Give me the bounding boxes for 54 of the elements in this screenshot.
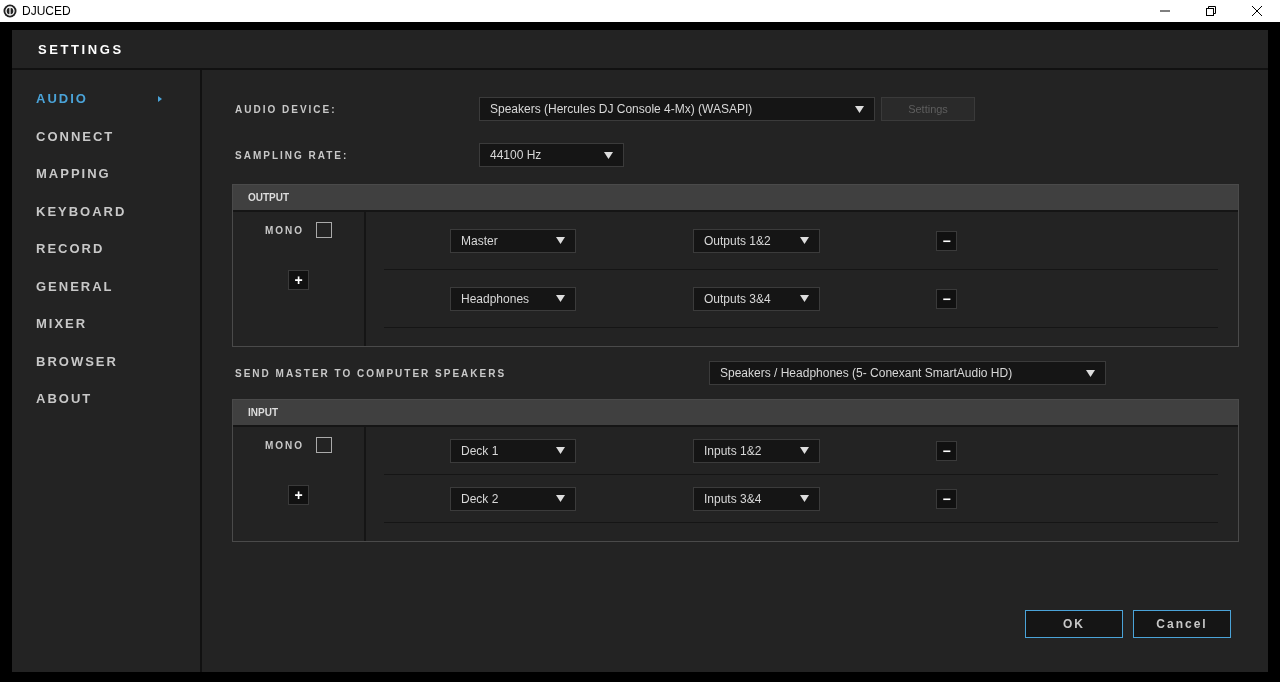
remove-button[interactable]: − — [936, 488, 957, 509]
remove-button[interactable]: − — [936, 440, 957, 461]
sidebar-item[interactable]: BROWSER — [12, 342, 200, 380]
mono-checkbox[interactable] — [316, 222, 333, 238]
field-label: SEND MASTER TO COMPUTER SPEAKERS — [234, 367, 508, 379]
sidebar-item[interactable]: AUDIO — [12, 80, 200, 118]
source-dropdown[interactable]: Deck 1 — [450, 438, 576, 463]
channel-dropdown[interactable]: Inputs 1&2 — [693, 438, 820, 463]
sidebar-item[interactable]: GENERAL — [12, 267, 200, 305]
remove-button[interactable]: − — [936, 230, 957, 251]
section-title: INPUT — [248, 407, 278, 418]
dropdown-arrow-icon — [800, 495, 809, 502]
mono-label: MONO — [264, 224, 305, 236]
dialog-button[interactable]: Cancel — [1133, 610, 1231, 638]
sidebar-item[interactable]: RECORD — [12, 230, 200, 268]
dropdown-arrow-icon — [855, 105, 864, 113]
dropdown-arrow-icon — [556, 495, 565, 502]
field-label: AUDIO DEVICE: — [234, 103, 338, 115]
source-dropdown[interactable]: Deck 2 — [450, 486, 576, 511]
sidebar-item[interactable]: MIXER — [12, 305, 200, 343]
dropdown-arrow-icon — [800, 237, 809, 244]
section-title: OUTPUT — [248, 192, 290, 203]
app-logo-icon — [3, 4, 17, 18]
dropdown-arrow-icon — [556, 447, 565, 454]
channel-dropdown[interactable]: Outputs 3&4 — [693, 286, 820, 311]
mono-checkbox[interactable] — [316, 437, 333, 453]
dropdown-arrow-icon — [800, 447, 809, 454]
dropdown-arrow-icon — [800, 295, 809, 302]
audio-device-dropdown[interactable]: Speakers (Hercules DJ Console 4-Mx) (WASAPI) — [479, 97, 875, 121]
mono-label: MONO — [264, 439, 305, 451]
dropdown-arrow-icon — [556, 295, 565, 302]
restore-icon[interactable] — [1206, 6, 1216, 16]
arrow-icon — [158, 95, 162, 102]
sidebar-item[interactable]: KEYBOARD — [12, 192, 200, 230]
sidebar-item[interactable]: ABOUT — [12, 380, 200, 418]
sidebar-item[interactable]: MAPPING — [12, 155, 200, 193]
channel-dropdown[interactable]: Inputs 3&4 — [693, 486, 820, 511]
dropdown-arrow-icon — [1086, 369, 1095, 377]
computer-speakers-dropdown[interactable]: Speakers / Headphones (5- Conexant SmartAudio HD) — [709, 361, 1106, 385]
window-title: DJUCED — [22, 4, 72, 18]
source-dropdown[interactable]: Headphones — [450, 286, 576, 311]
dropdown-arrow-icon — [556, 237, 565, 244]
field-label: SAMPLING RATE: — [234, 149, 350, 161]
dialog-button[interactable]: OK — [1025, 610, 1123, 638]
source-dropdown[interactable]: Master — [450, 228, 576, 253]
remove-button[interactable]: − — [936, 288, 957, 309]
dropdown-arrow-icon — [604, 151, 613, 159]
add-button[interactable]: + — [288, 270, 309, 290]
add-button[interactable]: + — [288, 485, 309, 505]
sampling-rate-dropdown[interactable]: 44100 Hz — [479, 143, 624, 167]
sidebar-item[interactable]: CONNECT — [12, 117, 200, 155]
channel-dropdown[interactable]: Outputs 1&2 — [693, 228, 820, 253]
close-icon[interactable] — [1252, 6, 1262, 16]
dialog-title: SETTINGS — [38, 41, 124, 57]
